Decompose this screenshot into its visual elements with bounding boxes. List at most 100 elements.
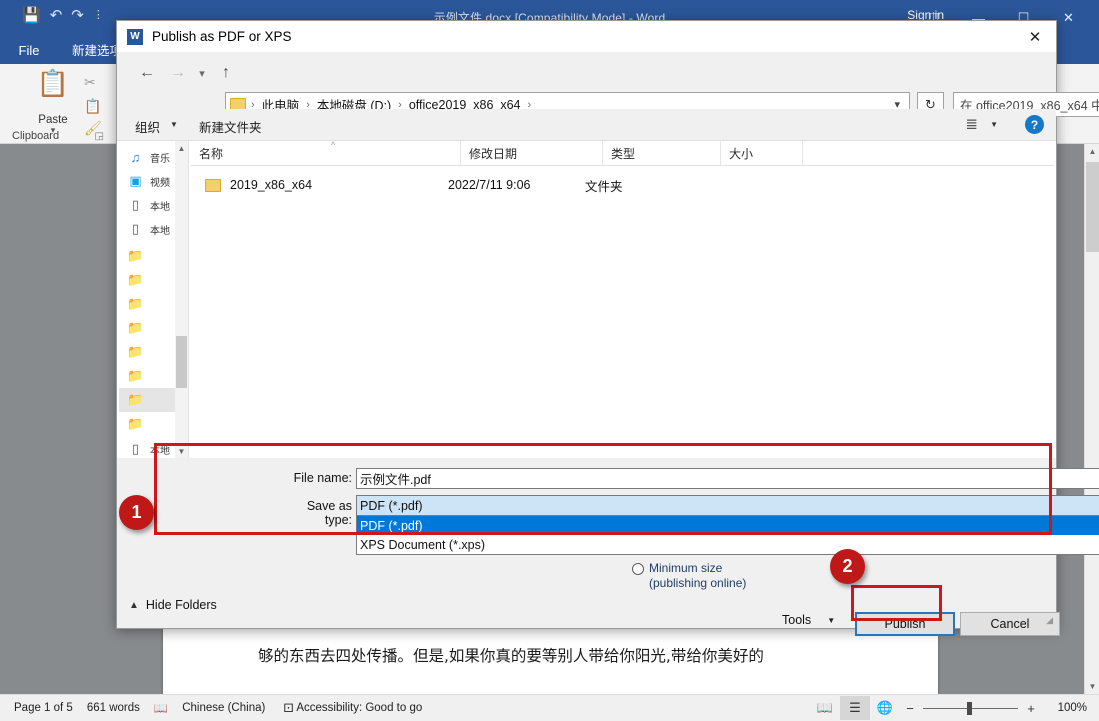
radio-minimum-size[interactable] — [632, 563, 644, 575]
scroll-up-icon[interactable]: ▲ — [1085, 144, 1099, 159]
file-name-value: 示例文件.pdf — [360, 469, 431, 488]
hide-folders-button[interactable]: ▲ Hide Folders — [129, 598, 217, 612]
zoom-thumb[interactable] — [967, 702, 972, 715]
scroll-down-icon[interactable]: ▼ — [1085, 679, 1099, 694]
word-count[interactable]: 661 words — [87, 702, 140, 714]
paste-icon: 📋 — [24, 70, 82, 96]
dialog-title-bar[interactable]: W Publish as PDF or XPS — [117, 21, 1056, 52]
column-header-size[interactable]: 大小 — [721, 141, 803, 166]
folder-icon: 📁 — [127, 248, 144, 264]
print-layout-icon[interactable]: ☰ — [840, 696, 870, 720]
optimize-min-label-line1: Minimum size — [649, 561, 722, 576]
folder-icon: 📁 — [127, 416, 144, 432]
web-layout-icon[interactable]: 🌐 — [870, 696, 900, 720]
paste-button[interactable]: 📋 Paste ▾ — [24, 70, 82, 136]
accessibility-status[interactable]: Accessibility: Good to go — [296, 702, 422, 714]
zoom-level[interactable]: 100% — [1047, 702, 1087, 714]
nav-pane-item-label: 本地 — [150, 198, 170, 213]
save-as-type-combobox[interactable]: PDF (*.pdf) ▾ — [356, 495, 1099, 516]
scissors-icon[interactable]: ✂ — [84, 74, 96, 91]
nav-pane-scrollbar[interactable]: ▲ ▼ — [175, 141, 188, 458]
tab-new-options[interactable]: 新建选项 — [72, 40, 122, 59]
file-list-pane[interactable]: 名称 ^ 修改日期 类型 大小 2019_x86_x64 2022/7/11 9… — [191, 141, 1054, 458]
file-date: 2022/7/11 9:06 — [448, 178, 585, 192]
zoom-track[interactable] — [923, 708, 1018, 709]
optimize-minimum-size-option[interactable]: Minimum size (publishing online) — [632, 561, 862, 591]
zoom-out-button[interactable]: − — [904, 701, 916, 716]
column-header-type[interactable]: 类型 — [603, 141, 721, 166]
tools-label: Tools — [782, 613, 811, 627]
chevron-down-icon[interactable]: ▼ — [827, 616, 835, 625]
folder-icon: 📁 — [127, 272, 144, 288]
new-folder-button[interactable]: 新建文件夹 — [199, 117, 262, 136]
ribbon-group-clipboard: 📋 Paste ▾ ✂ 📋 🖌 Clipboard ◲ — [6, 66, 110, 144]
file-type: 文件夹 — [585, 176, 700, 195]
annotation-badge-2: 2 — [830, 549, 865, 584]
nav-pane-item-label: 本地 — [150, 442, 170, 457]
sort-ascending-icon: ^ — [331, 140, 335, 150]
drive-icon: ▯ — [127, 197, 144, 213]
document-vertical-scrollbar[interactable]: ▲ ▼ — [1084, 144, 1099, 694]
dialog-navigation-bar: ← → ▾ ↑ › 此电脑 › 本地磁盘 (D:) › office2019_x… — [117, 52, 1056, 94]
folder-icon: 📁 — [127, 368, 144, 384]
nav-pane-item-label: 视频 — [150, 174, 170, 189]
file-name-label: File name: — [292, 471, 352, 485]
publish-pdf-dialog: W Publish as PDF or XPS ✕ ← → ▾ ↑ › 此电脑 … — [116, 20, 1057, 629]
dialog-body: ♫ 音乐 ▣ 视频 ▯ 本地 ▯ 本地 📁 — [117, 141, 1056, 458]
zoom-in-button[interactable]: + — [1025, 701, 1037, 716]
column-header-name[interactable]: 名称 ^ — [191, 141, 461, 166]
help-icon[interactable]: ? — [1025, 115, 1044, 134]
read-mode-icon[interactable]: 📖 — [810, 696, 840, 720]
table-row[interactable]: 2019_x86_x64 2022/7/11 9:06 文件夹 — [191, 174, 1054, 196]
column-header-date[interactable]: 修改日期 — [461, 141, 603, 166]
dropdown-option-xps[interactable]: XPS Document (*.xps) — [357, 535, 1099, 554]
view-layout-icon[interactable]: ≣ — [965, 115, 978, 133]
status-bar-right: 📖 ☰ 🌐 − + 100% — [810, 696, 1099, 720]
save-as-type-dropdown-list[interactable]: PDF (*.pdf) XPS Document (*.xps) — [356, 516, 1099, 555]
chevron-down-icon[interactable]: ▼ — [175, 444, 188, 458]
folder-icon: 📁 — [127, 392, 144, 408]
scrollbar-thumb[interactable] — [1086, 162, 1099, 252]
clipboard-group-label: Clipboard — [12, 130, 59, 142]
chevron-down-icon[interactable]: ▼ — [170, 120, 178, 129]
folder-icon: 📁 — [127, 296, 144, 312]
folder-icon: 📁 — [127, 344, 144, 360]
cancel-button[interactable]: Cancel — [960, 612, 1060, 636]
document-line-1: 够的东西去四处传播。但是,如果你真的要等别人带给你阳光,带给你美好的 — [258, 644, 764, 666]
tools-button[interactable]: Tools ▼ — [782, 613, 835, 627]
copy-icon[interactable]: 📋 — [84, 98, 101, 115]
proofing-icon[interactable]: 📖 — [154, 701, 168, 715]
arrow-up-icon[interactable]: ↑ — [212, 58, 240, 88]
file-name: 2019_x86_x64 — [230, 178, 448, 192]
nav-pane-item-label: 本地 — [150, 222, 170, 237]
language-indicator[interactable]: Chinese (China) — [182, 702, 265, 714]
hide-folders-label: Hide Folders — [146, 598, 217, 612]
organize-button[interactable]: 组织 — [135, 117, 160, 136]
video-icon: ▣ — [127, 173, 144, 189]
accessibility-icon: ⚀ — [283, 701, 293, 715]
chevron-up-icon[interactable]: ▲ — [175, 141, 188, 155]
music-icon: ♫ — [127, 150, 144, 165]
navigation-pane[interactable]: ♫ 音乐 ▣ 视频 ▯ 本地 ▯ 本地 📁 — [119, 141, 189, 458]
dialog-title: Publish as PDF or XPS — [152, 29, 292, 44]
page-indicator[interactable]: Page 1 of 5 — [14, 702, 73, 714]
tab-file[interactable]: File — [0, 36, 58, 64]
zoom-slider[interactable]: − + — [904, 701, 1037, 716]
dropdown-option-pdf[interactable]: PDF (*.pdf) — [357, 516, 1099, 535]
optimize-min-label-line2: (publishing online) — [649, 576, 862, 591]
scrollbar-thumb[interactable] — [176, 336, 187, 388]
dialog-launcher-icon[interactable]: ◲ — [95, 131, 104, 142]
word-status-bar: Page 1 of 5 661 words 📖 Chinese (China) … — [0, 694, 1099, 721]
arrow-left-icon[interactable]: ← — [133, 58, 161, 88]
folder-icon — [205, 179, 221, 192]
chevron-down-icon[interactable]: ▼ — [990, 120, 998, 129]
publish-button[interactable]: Publish — [855, 612, 955, 636]
file-name-input[interactable]: 示例文件.pdf ▾ — [356, 468, 1099, 489]
chevron-up-icon: ▲ — [129, 600, 139, 611]
close-icon[interactable]: ✕ — [1014, 21, 1056, 52]
chevron-down-icon[interactable]: ▾ — [192, 58, 212, 88]
dialog-command-bar: 组织 ▼ 新建文件夹 ≣ ▼ ? — [117, 109, 1056, 141]
resize-grip-icon[interactable]: ◢ — [1046, 615, 1053, 626]
arrow-right-icon[interactable]: → — [164, 58, 192, 88]
drive-icon: ▯ — [127, 221, 144, 237]
